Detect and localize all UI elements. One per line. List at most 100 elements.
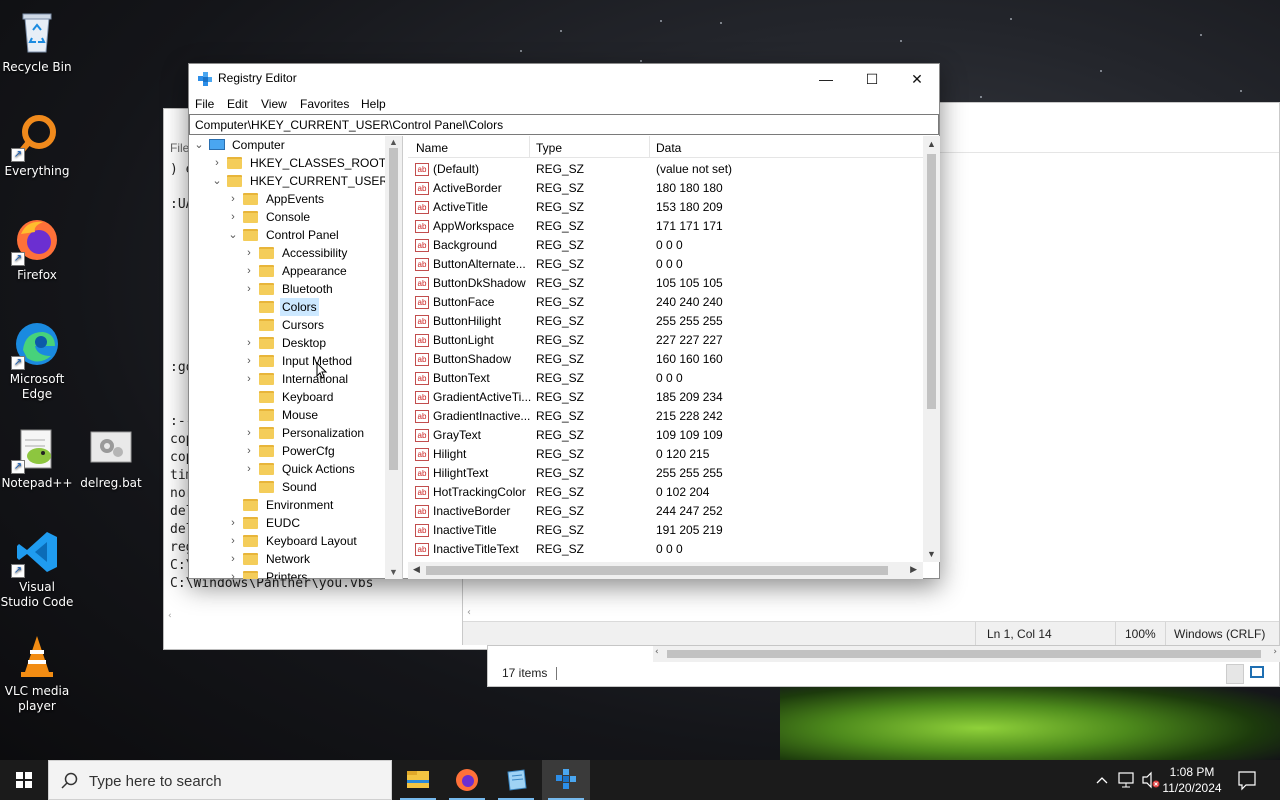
explorer-window[interactable]: ‹ › 17 items	[487, 645, 1280, 687]
scroll-down-arrow-icon[interactable]: ▼	[385, 567, 402, 577]
registry-value-row[interactable]: ab Hilight REG_SZ 0 120 215	[408, 445, 923, 464]
tree-item[interactable]: Mouse	[259, 406, 320, 424]
address-bar[interactable]: Computer\HKEY_CURRENT_USER\Control Panel…	[189, 114, 939, 135]
desktop-icon-recycle-bin[interactable]: Recycle Bin	[0, 8, 74, 75]
menu-help[interactable]: Help	[361, 97, 386, 111]
tree-vertical-scrollbar[interactable]: ▲ ▼	[385, 136, 402, 579]
menu-file[interactable]: File	[170, 141, 189, 155]
tree-item[interactable]: › PowerCfg	[247, 442, 337, 460]
registry-value-row[interactable]: ab ActiveTitle REG_SZ 153 180 209	[408, 198, 923, 217]
registry-value-row[interactable]: ab ButtonFace REG_SZ 240 240 240	[408, 293, 923, 312]
tree-item[interactable]: › Desktop	[247, 334, 328, 352]
registry-value-row[interactable]: ab GradientInactive... REG_SZ 215 228 242	[408, 407, 923, 426]
tree-item[interactable]: Cursors	[259, 316, 326, 334]
desktop-icon-vlc[interactable]: VLC media player	[0, 632, 74, 714]
scrollbar-thumb[interactable]	[389, 148, 398, 470]
chevron-right-icon[interactable]: ›	[227, 208, 239, 226]
desktop-icon-everything[interactable]: ↗ Everything	[0, 112, 74, 179]
chevron-right-icon[interactable]: ›	[243, 424, 255, 442]
chevron-right-icon[interactable]: ›	[227, 190, 239, 208]
chevron-right-icon[interactable]: ›	[243, 280, 255, 298]
chevron-right-icon[interactable]: ›	[227, 514, 239, 532]
chevron-right-icon[interactable]: ›	[243, 352, 255, 370]
volume-muted-icon[interactable]	[1140, 760, 1162, 800]
chevron-right-icon[interactable]: ›	[211, 154, 223, 172]
desktop-icon-delreg-bat[interactable]: delreg.bat	[74, 424, 148, 491]
tree-item[interactable]: › Input Method	[247, 352, 354, 370]
taskbar-search-box[interactable]: Type here to search	[48, 760, 392, 800]
registry-value-row[interactable]: ab InactiveTitle REG_SZ 191 205 219	[408, 521, 923, 540]
start-button[interactable]	[0, 760, 48, 800]
scrollbar-thumb[interactable]	[426, 566, 888, 575]
scroll-left-arrow-icon[interactable]: ‹	[467, 607, 471, 618]
chevron-right-icon[interactable]: ›	[243, 244, 255, 262]
tree-item[interactable]: › HKEY_CLASSES_ROOT	[215, 154, 388, 172]
tree-item[interactable]: › Console	[231, 208, 312, 226]
menu-edit[interactable]: Edit	[227, 97, 248, 111]
title-bar[interactable]: Registry Editor — ☐ ✕	[189, 64, 939, 94]
tree-item[interactable]: ⌄ Computer	[194, 136, 287, 154]
maximize-button[interactable]: ☐	[849, 64, 895, 94]
desktop-icon-notepadpp[interactable]: ↗ Notepad++	[0, 424, 74, 491]
tree-item[interactable]: › Accessibility	[247, 244, 349, 262]
registry-value-row[interactable]: ab ButtonShadow REG_SZ 160 160 160	[408, 350, 923, 369]
horizontal-scrollbar[interactable]: ‹ ›	[653, 646, 1280, 662]
network-icon[interactable]	[1116, 760, 1138, 800]
registry-value-row[interactable]: ab InactiveTitleText REG_SZ 0 0 0	[408, 540, 923, 559]
registry-value-row[interactable]: ab HotTrackingColor REG_SZ 0 102 204	[408, 483, 923, 502]
registry-value-row[interactable]: ab ButtonText REG_SZ 0 0 0	[408, 369, 923, 388]
chevron-right-icon[interactable]: ›	[243, 370, 255, 388]
tree-item[interactable]: ⌄ HKEY_CURRENT_USER	[212, 172, 390, 190]
menu-view[interactable]: View	[261, 97, 287, 111]
scroll-right-arrow-icon[interactable]: ▶	[910, 564, 917, 575]
chevron-right-icon[interactable]: ›	[227, 550, 239, 568]
chevron-right-icon[interactable]: ›	[227, 532, 239, 550]
registry-value-row[interactable]: ab ButtonAlternate... REG_SZ 0 0 0	[408, 255, 923, 274]
taskbar-notepad[interactable]	[492, 760, 540, 800]
tree-item[interactable]: Keyboard	[259, 388, 335, 406]
registry-value-row[interactable]: ab GrayText REG_SZ 109 109 109	[408, 426, 923, 445]
desktop-icon-firefox[interactable]: ↗ Firefox	[0, 216, 74, 283]
registry-value-row[interactable]: ab ButtonDkShadow REG_SZ 105 105 105	[408, 274, 923, 293]
scroll-left-arrow-icon[interactable]: ‹	[655, 647, 659, 657]
tree-item[interactable]: ⌄ Control Panel	[228, 226, 341, 244]
chevron-right-icon[interactable]: ›	[243, 334, 255, 352]
list-vertical-scrollbar[interactable]: ▲ ▼	[923, 136, 940, 562]
details-view-icon[interactable]	[1226, 664, 1244, 684]
close-button[interactable]: ✕	[894, 64, 940, 94]
desktop-icon-edge[interactable]: ↗ Microsoft Edge	[0, 320, 74, 402]
registry-value-row[interactable]: ab GradientActiveTi... REG_SZ 185 209 234	[408, 388, 923, 407]
scroll-right-arrow-icon[interactable]: ›	[1273, 647, 1277, 657]
taskbar-clock[interactable]: 1:08 PM 11/20/2024	[1160, 764, 1224, 796]
tree-item[interactable]: › Bluetooth	[247, 280, 335, 298]
chevron-down-icon[interactable]: ⌄	[211, 172, 223, 190]
scroll-down-arrow-icon[interactable]: ▼	[927, 549, 936, 559]
registry-value-row[interactable]: ab InactiveBorder REG_SZ 244 247 252	[408, 502, 923, 521]
registry-value-row[interactable]: ab ActiveBorder REG_SZ 180 180 180	[408, 179, 923, 198]
tree-item[interactable]: › Network	[231, 550, 312, 568]
menu-favorites[interactable]: Favorites	[300, 97, 349, 111]
tree-item[interactable]: › Appearance	[247, 262, 349, 280]
chevron-down-icon[interactable]: ⌄	[227, 226, 239, 244]
tree-item[interactable]: Colors	[259, 298, 319, 316]
chevron-right-icon[interactable]: ›	[243, 442, 255, 460]
registry-value-row[interactable]: ab (Default) REG_SZ (value not set)	[408, 160, 923, 179]
column-header-data[interactable]: Data	[656, 141, 681, 155]
registry-editor-window[interactable]: Registry Editor — ☐ ✕ File Edit View Fav…	[188, 63, 940, 579]
desktop-icon-vscode[interactable]: ↗ Visual Studio Code	[0, 528, 74, 610]
scrollbar-thumb[interactable]	[667, 650, 1261, 658]
column-header-name[interactable]: Name	[416, 141, 448, 155]
tree-item[interactable]: › Printers	[231, 568, 309, 579]
scroll-left-arrow-icon[interactable]: ‹	[168, 611, 172, 621]
minimize-button[interactable]: —	[803, 64, 849, 94]
tree-item[interactable]: › AppEvents	[231, 190, 326, 208]
tree-item[interactable]: Environment	[243, 496, 335, 514]
registry-value-row[interactable]: ab ButtonHilight REG_SZ 255 255 255	[408, 312, 923, 331]
scrollbar-thumb[interactable]	[927, 154, 936, 409]
chevron-right-icon[interactable]: ›	[243, 460, 255, 478]
scroll-left-arrow-icon[interactable]: ◀	[413, 564, 420, 575]
taskbar-firefox[interactable]	[443, 760, 491, 800]
column-header-type[interactable]: Type	[536, 141, 562, 155]
menu-file[interactable]: File	[195, 97, 214, 111]
registry-value-row[interactable]: ab Background REG_SZ 0 0 0	[408, 236, 923, 255]
